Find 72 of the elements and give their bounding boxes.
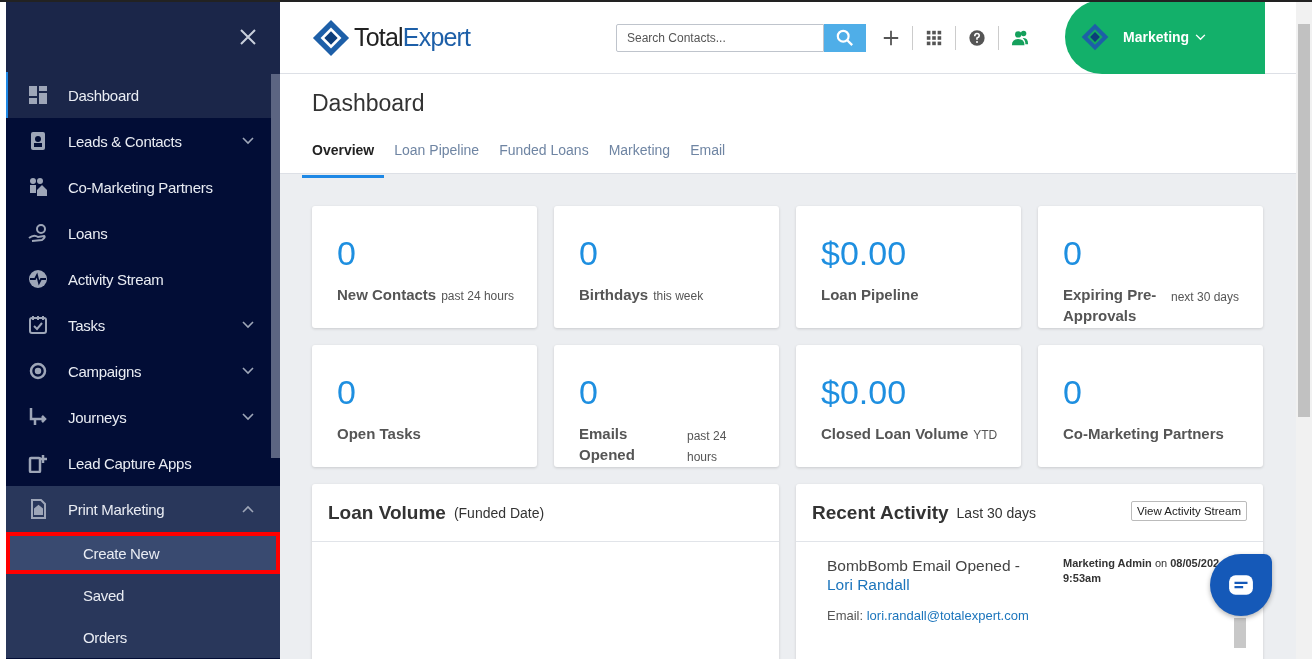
help-icon[interactable]: [968, 28, 986, 47]
chat-icon: [1228, 574, 1254, 596]
activity-meta: Marketing Admin on 08/05/202 9:53am: [1063, 556, 1220, 586]
tab[interactable]: Email: [680, 134, 736, 178]
tab[interactable]: Funded Loans: [489, 134, 599, 178]
menu-icon: [28, 499, 48, 519]
sidebar-item[interactable]: Dashboard: [6, 72, 280, 118]
stat-label: Loan Pipeline: [821, 285, 919, 305]
search-field[interactable]: Search Contacts...: [616, 23, 824, 52]
stat-note: next 30 days: [1171, 289, 1241, 306]
chevron-icon: [242, 367, 254, 375]
stat-value: 0: [1063, 233, 1083, 274]
panel-title: Loan Volume: [328, 501, 446, 524]
menu-icon: [28, 361, 48, 381]
logo-icon: [1081, 23, 1109, 51]
stat-note: YTD: [973, 427, 998, 444]
stat-value: 0: [579, 233, 599, 274]
contact-link[interactable]: Lori Randall: [827, 576, 910, 593]
menu-icon: [28, 85, 48, 105]
submenu-item[interactable]: Saved: [6, 574, 280, 616]
chevron-icon: [242, 137, 254, 145]
menu-icon: [28, 131, 48, 151]
view-activity-button[interactable]: View Activity Stream: [1131, 501, 1247, 521]
tab[interactable]: Marketing: [598, 134, 681, 178]
sidebar-item[interactable]: Print Marketing: [6, 486, 280, 532]
page-title: Dashboard: [312, 89, 426, 118]
chevron-icon: [1195, 33, 1207, 41]
stat-value: 0: [579, 372, 599, 413]
stat-value: $0.00: [821, 233, 908, 274]
users-icon[interactable]: [1011, 28, 1029, 47]
chevron-icon: [242, 413, 254, 421]
tab[interactable]: Overview: [302, 134, 385, 178]
close-icon[interactable]: [238, 27, 258, 47]
menu-icon: [28, 315, 48, 335]
logo-text: TotalExpert: [354, 23, 471, 52]
logo-icon: [312, 18, 350, 57]
stat-label: Emails Opened: [579, 424, 636, 465]
panel-subtitle: (Funded Date): [453, 504, 545, 521]
stat-value: 0: [337, 233, 357, 274]
activity-event: BombBomb Email Opened - Lori Randall: [827, 556, 1021, 594]
stat-value: 0: [337, 372, 357, 413]
stat-note: this week: [653, 288, 704, 305]
menu-icon: [28, 407, 48, 427]
tab[interactable]: Loan Pipeline: [384, 134, 490, 178]
stat-label: Closed Loan Volume: [821, 424, 969, 444]
apps-grid-icon[interactable]: [925, 28, 943, 47]
stat-label: Expiring Pre-Approvals: [1063, 285, 1158, 326]
scrollbar[interactable]: [271, 74, 280, 458]
submenu-item[interactable]: Orders: [6, 616, 280, 658]
menu-icon: [28, 223, 48, 243]
scrollbar[interactable]: [1234, 618, 1246, 648]
stat-label: Birthdays: [579, 285, 649, 305]
stat-value: $0.00: [821, 372, 908, 413]
submenu-item[interactable]: Create New: [6, 532, 280, 574]
scrollbar[interactable]: [1296, 2, 1312, 659]
email-link[interactable]: lori.randall@totalexpert.com: [866, 608, 1029, 623]
stat-label: Co-Marketing Partners: [1063, 424, 1224, 444]
chevron-icon: [242, 505, 254, 513]
stat-note: past 24 hours: [687, 428, 728, 466]
panel-subtitle: Last 30 days: [956, 504, 1036, 521]
chevron-icon: [242, 321, 254, 329]
search-icon: [836, 28, 854, 47]
menu-icon: [28, 453, 48, 473]
add-icon[interactable]: [882, 28, 900, 47]
panel-title: Recent Activity: [812, 501, 949, 524]
sidebar-item[interactable]: Lead Capture Apps: [6, 440, 280, 486]
stat-label: Open Tasks: [337, 424, 421, 444]
menu-icon: [28, 177, 48, 197]
stat-value: 0: [1063, 372, 1083, 413]
stat-label: New Contacts: [337, 285, 437, 305]
stat-note: past 24 hours: [441, 288, 514, 305]
menu-icon: [28, 269, 48, 289]
